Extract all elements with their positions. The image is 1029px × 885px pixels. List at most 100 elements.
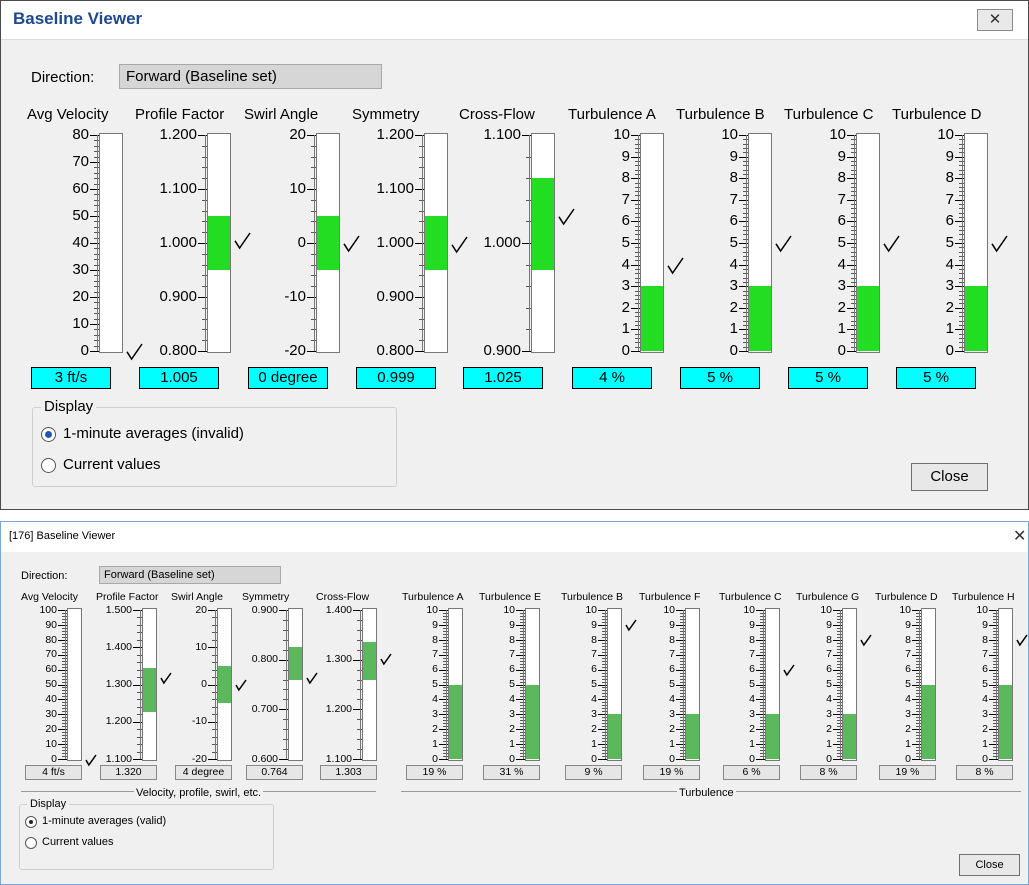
turbulence-a-tick-label: 4 xyxy=(621,255,630,273)
symmetry-value: 0.999 xyxy=(356,367,436,389)
avg-velocity-tick-label: 50 xyxy=(72,207,89,224)
swirl-angle-bar-fill xyxy=(218,665,231,704)
turbulence-h-tick-label: 10 xyxy=(976,603,988,616)
turbulence-d-tick-label: 1 xyxy=(905,737,911,750)
averages-radio[interactable] xyxy=(25,816,37,828)
current-values-radio[interactable] xyxy=(25,837,37,849)
turbulence-d-bar-fill xyxy=(965,286,987,351)
turbulence-f-bar-fill xyxy=(686,714,699,759)
turbulence-f-tick-label: 4 xyxy=(669,693,675,706)
symmetry-tick-label: 0.900 xyxy=(251,603,278,616)
baseline-viewer-176-window: [176] Baseline Viewer ✕ Direction: Forwa… xyxy=(0,521,1029,885)
cross-flow-value: 1.025 xyxy=(463,367,543,389)
turbulence-b-tick-label: 3 xyxy=(591,708,597,720)
symmetry-marker xyxy=(451,236,468,253)
turbulence-a-tick-label: 0 xyxy=(432,752,438,765)
turbulence-c-major-tick xyxy=(847,351,856,352)
turbulence-b-title: Turbulence B xyxy=(676,106,765,123)
cross-flow-title: Cross-Flow xyxy=(316,591,370,603)
symmetry-bar-fill xyxy=(425,216,447,270)
turbulence-h-tick-label: 2 xyxy=(982,722,988,735)
turbulence-c-bar xyxy=(856,133,880,353)
cross-flow-marker xyxy=(380,653,392,666)
swirl-angle-bar xyxy=(217,608,232,761)
turbulence-c-tick-label: 8 xyxy=(749,633,755,646)
turbulence-c-tick-label: 7 xyxy=(837,190,846,208)
turbulence-d-major-tick xyxy=(912,759,921,760)
profile-factor-tick-label: 1.400 xyxy=(105,640,132,653)
turbulence-f-value: 19 % xyxy=(643,765,700,780)
direction-label: Direction: xyxy=(21,570,68,582)
turbulence-f-tick-label: 2 xyxy=(669,722,675,735)
turbulence-f-tick-label: 5 xyxy=(669,678,675,691)
turbulence-e-title: Turbulence E xyxy=(479,591,542,603)
symmetry-title: Symmetry xyxy=(352,106,420,123)
cross-flow-tick-label: 1.200 xyxy=(325,703,352,716)
turbulence-f-tick-label: 1 xyxy=(669,737,675,750)
turbulence-a-bar xyxy=(640,133,664,353)
turbulence-a-tick-label: 9 xyxy=(432,618,438,631)
averages-radio-label: 1-minute averages (valid) xyxy=(42,815,167,827)
avg-velocity-tick-label: 10 xyxy=(72,315,89,332)
turbulence-h-tick-label: 8 xyxy=(982,633,988,646)
profile-factor-bar xyxy=(142,608,157,761)
avg-velocity-value: 3 ft/s xyxy=(31,367,111,389)
turbulence-a-major-tick xyxy=(439,759,448,760)
turbulence-b-tick-label: 3 xyxy=(729,277,738,295)
symmetry-bar xyxy=(288,608,303,761)
turbulence-h-tick-label: 7 xyxy=(982,648,988,661)
turbulence-h-tick-label: 4 xyxy=(982,693,988,706)
turbulence-b-tick-label: 5 xyxy=(591,678,597,691)
direction-value: Forward (Baseline set) xyxy=(126,68,277,85)
avg-velocity-marker xyxy=(85,754,97,766)
turbulence-c-title: Turbulence C xyxy=(784,106,874,123)
avg-velocity-tick-label: 30 xyxy=(72,261,89,278)
turbulence-b-marker xyxy=(625,619,637,632)
turbulence-g-tick-label: 7 xyxy=(826,648,832,661)
turbulence-f-tick-label: 9 xyxy=(669,618,675,631)
avg-velocity-title: Avg Velocity xyxy=(21,591,79,603)
turbulence-a-tick-label: 5 xyxy=(432,678,438,691)
display-group-label: Display xyxy=(27,798,70,810)
turbulence-a-title: Turbulence A xyxy=(402,591,464,603)
current-values-radio[interactable] xyxy=(41,458,56,473)
turbulence-b-tick-label: 0 xyxy=(591,752,597,765)
symmetry-tick-label: 0.700 xyxy=(251,703,278,716)
symmetry-tick-label: 1.000 xyxy=(376,234,414,251)
turbulence-c-major-tick xyxy=(756,759,765,760)
avg-velocity-tick-label: 30 xyxy=(45,708,57,720)
turbulence-b-major-tick xyxy=(739,351,748,352)
close-button[interactable]: Close xyxy=(911,463,988,491)
swirl-angle-bar xyxy=(316,133,340,353)
swirl-angle-tick-label: -20 xyxy=(284,342,306,359)
close-x-icon[interactable]: ✕ xyxy=(1013,526,1026,546)
close-x-icon[interactable]: ✕ xyxy=(977,9,1013,31)
turbulence-h-axis-line xyxy=(996,610,997,759)
avg-velocity-tick-label: 0 xyxy=(80,342,89,359)
cross-flow-major-tick xyxy=(353,759,362,760)
cross-flow-axis-line xyxy=(529,135,530,351)
averages-radio[interactable] xyxy=(41,427,56,442)
swirl-angle-axis-line xyxy=(215,610,216,759)
turbulence-c-title: Turbulence C xyxy=(719,591,782,603)
symmetry-bar-fill xyxy=(289,647,302,680)
avg-velocity-bar xyxy=(99,133,123,353)
turbulence-c-tick-label: 0 xyxy=(749,752,755,765)
turbulence-h-tick-label: 0 xyxy=(982,752,988,765)
turbulence-g-tick-label: 3 xyxy=(826,708,832,720)
turbulence-h-bar xyxy=(998,608,1013,761)
turbulence-b-tick-label: 6 xyxy=(591,663,597,676)
turbulence-d-major-tick xyxy=(955,351,964,352)
turbulence-c-tick-label: 4 xyxy=(749,693,755,706)
turbulence-b-tick-label: 8 xyxy=(591,633,597,646)
profile-factor-tick-label: 1.200 xyxy=(159,126,197,143)
turbulence-a-title: Turbulence A xyxy=(568,106,656,123)
turbulence-c-tick-label: 3 xyxy=(837,277,846,295)
turbulence-d-tick-label: 9 xyxy=(945,147,954,165)
turbulence-d-tick-label: 6 xyxy=(945,212,954,230)
close-button[interactable]: Close xyxy=(959,854,1020,876)
turbulence-c-tick-label: 1 xyxy=(749,737,755,750)
turbulence-b-bar xyxy=(748,133,772,353)
turbulence-b-tick-label: 6 xyxy=(729,212,738,230)
turbulence-a-tick-label: 1 xyxy=(621,320,630,338)
